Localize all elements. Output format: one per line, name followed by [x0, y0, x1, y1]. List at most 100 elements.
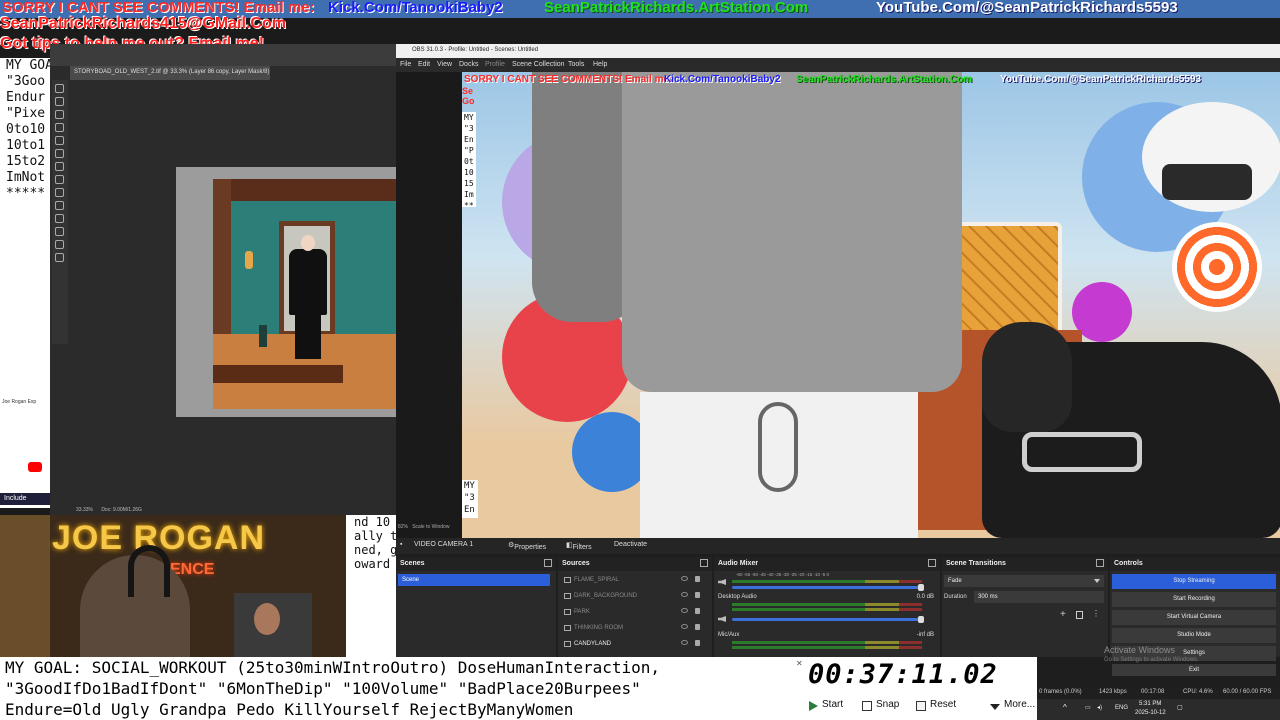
obs-menu-bar: File Edit View Docks Profile Scene Colle…	[396, 58, 1280, 72]
lock-icon[interactable]	[695, 608, 700, 614]
snippet-line: ned, gr	[354, 543, 396, 557]
snap-button[interactable]: Snap	[862, 699, 899, 715]
marquee-tool-icon[interactable]	[55, 97, 64, 106]
speaker-icon[interactable]	[718, 616, 726, 622]
more-button[interactable]: More...	[990, 699, 1035, 715]
deactivate-button[interactable]: Deactivate	[614, 541, 647, 548]
source-item[interactable]: PARK	[562, 605, 702, 619]
menu-scene-collection[interactable]: Scene Collection	[512, 61, 565, 68]
menu-docks[interactable]: Docks	[459, 61, 478, 68]
lock-icon[interactable]	[695, 576, 700, 582]
scene-item[interactable]: Scene	[398, 574, 550, 586]
lock-icon[interactable]	[695, 640, 700, 646]
obs-preview[interactable]	[462, 72, 1280, 538]
type-tool-icon[interactable]	[55, 227, 64, 236]
clock-time[interactable]: 5:31 PM	[1139, 701, 1161, 707]
menu-view[interactable]: View	[437, 61, 452, 68]
exit-button[interactable]: Exit	[1112, 664, 1276, 676]
scenes-title: Scenes	[396, 557, 556, 571]
goal-line: "3GoodIfDo1BadIfDont" "6MonTheDip" "100V…	[5, 679, 641, 698]
crop-tool-icon[interactable]	[55, 123, 64, 132]
filters-button[interactable]: ◧ Filters	[566, 541, 592, 551]
brush-tool-icon[interactable]	[55, 162, 64, 171]
network-icon[interactable]: ▭	[1085, 704, 1091, 711]
youtube-icon[interactable]	[28, 462, 42, 472]
stop-streaming-button[interactable]: Stop Streaming	[1112, 574, 1276, 589]
clock-date[interactable]: 2025-10-12	[1135, 710, 1166, 716]
preview-banner: SORRY I CANT SEE COMMENTS! Email me: Kic…	[462, 74, 1280, 86]
preview-notes-bottom: MY "3 En	[462, 480, 478, 518]
start-virtual-camera-button[interactable]: Start Virtual Camera	[1112, 610, 1276, 625]
source-item[interactable]: FLAME_SPIRAL	[562, 573, 702, 587]
activate-windows-sub: Go to Settings to activate Windows.	[1104, 657, 1199, 663]
stamp-tool-icon[interactable]	[55, 175, 64, 184]
volume-icon[interactable]: ◂)	[1097, 704, 1102, 711]
browser-tab[interactable]: Joe Rogan Exp	[2, 399, 36, 405]
transition-select[interactable]: Fade	[944, 575, 1104, 587]
move-tool-icon[interactable]	[55, 84, 64, 93]
notification-icon[interactable]: ▢	[1177, 704, 1183, 711]
start-recording-button[interactable]: Start Recording	[1112, 592, 1276, 607]
healing-tool-icon[interactable]	[55, 149, 64, 158]
volume-slider[interactable]	[732, 584, 924, 591]
menu-profile[interactable]: Profile	[485, 61, 505, 68]
pen-tool-icon[interactable]	[55, 214, 64, 223]
properties-button[interactable]: ⚙ Properties	[508, 541, 546, 551]
meter-bar	[732, 580, 922, 583]
browser-notification[interactable]: Include	[0, 493, 50, 505]
obs-title-bar[interactable]: OBS 31.0.3 - Profile: Untitled - Scenes:…	[396, 44, 1280, 58]
volume-slider[interactable]	[732, 616, 924, 623]
visibility-icon[interactable]	[681, 640, 688, 645]
scene-transitions-title: Scene Transitions	[942, 557, 1108, 571]
preview-note-line: "P	[464, 146, 474, 155]
duration-input[interactable]: 300 ms	[974, 591, 1104, 603]
start-button[interactable]: Start	[808, 699, 843, 715]
activate-windows-title: Activate Windows	[1104, 645, 1176, 655]
preview-note-line: Im	[464, 190, 474, 199]
eyedropper-tool-icon[interactable]	[55, 136, 64, 145]
zoom-tool-icon[interactable]	[55, 253, 64, 262]
studio-mode-button[interactable]: Studio Mode	[1112, 628, 1276, 643]
source-item[interactable]: THINKING ROOM	[562, 621, 702, 635]
trash-icon[interactable]	[1076, 611, 1083, 619]
lock-icon[interactable]	[695, 592, 700, 598]
menu-file[interactable]: File	[400, 61, 411, 68]
artwork-figure	[289, 249, 327, 315]
artwork-lamp	[245, 251, 253, 269]
photoshop-options-bar[interactable]	[50, 44, 396, 66]
lock-icon[interactable]	[695, 624, 700, 630]
add-transition-icon[interactable]: +	[1060, 609, 1066, 620]
preview-scale-mode[interactable]: Scale to Window	[412, 524, 449, 530]
stopwatch-widget: ✕ 00:37:11.02 Start Snap Reset More...	[796, 657, 1037, 720]
speaker-icon[interactable]	[718, 579, 726, 585]
undock-icon[interactable]	[544, 559, 552, 567]
lasso-tool-icon[interactable]	[55, 110, 64, 119]
menu-tools[interactable]: Tools	[568, 61, 584, 68]
tray-chevron-icon[interactable]: ^	[1063, 703, 1067, 712]
photoshop-document-tab[interactable]: STORYBOAD_OLD_WEST_2.tif @ 33.3% (Layer …	[70, 66, 270, 80]
photoshop-toolbar[interactable]	[52, 80, 68, 344]
language-indicator[interactable]: ENG	[1115, 705, 1128, 711]
preview-banner-youtube: YouTube.Com/@SeanPatrickRichards5593	[1000, 74, 1202, 85]
eraser-tool-icon[interactable]	[55, 188, 64, 197]
goal-text-panel: MY GOAL: SOCIAL_WORKOUT (25to30minWIntro…	[0, 657, 800, 720]
menu-edit[interactable]: Edit	[418, 61, 430, 68]
menu-help[interactable]: Help	[593, 61, 607, 68]
source-item[interactable]: CANDYLAND	[562, 637, 702, 651]
more-icon[interactable]: ⋮	[1092, 609, 1100, 618]
obs-status-bar: 0 frames (0.0%) 1423 kbps 00:17:08 CPU: …	[1037, 687, 1280, 699]
close-icon[interactable]: ✕	[796, 659, 803, 668]
visibility-icon[interactable]	[681, 624, 688, 629]
visibility-icon[interactable]	[681, 592, 688, 597]
reset-button[interactable]: Reset	[916, 699, 956, 715]
visibility-icon[interactable]	[681, 576, 688, 581]
undock-icon[interactable]	[1096, 559, 1104, 567]
source-item[interactable]: DARK_BACKGROUND	[562, 589, 702, 603]
preview-contact-line: Go	[462, 96, 475, 106]
gradient-tool-icon[interactable]	[55, 201, 64, 210]
note-line: 0to10	[6, 122, 46, 137]
undock-icon[interactable]	[700, 559, 708, 567]
hand-tool-icon[interactable]	[55, 240, 64, 249]
visibility-icon[interactable]	[681, 608, 688, 613]
undock-icon[interactable]	[928, 559, 936, 567]
